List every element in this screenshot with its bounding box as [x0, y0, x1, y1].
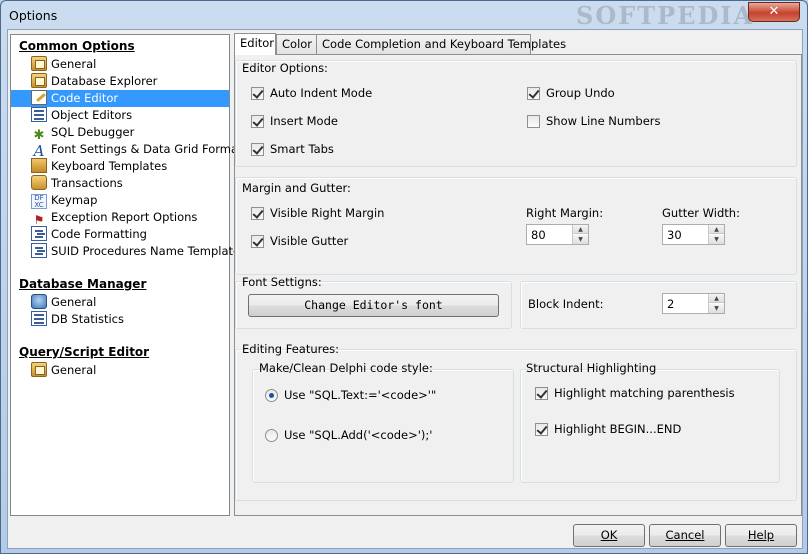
- checkbox-box[interactable]: [251, 207, 264, 220]
- tree-section-database-manager[interactable]: Database Manager: [19, 277, 146, 291]
- highlight-parenthesis-checkbox[interactable]: Highlight matching parenthesis: [535, 386, 735, 402]
- cancel-button[interactable]: Cancel: [649, 524, 721, 547]
- config-icon: [31, 73, 47, 88]
- group-undo-checkbox[interactable]: Group Undo: [527, 86, 615, 102]
- font-settings-title: Font Settigns:: [242, 275, 322, 289]
- tree-item-object-editors[interactable]: Object Editors: [31, 107, 229, 124]
- spinner-buttons: ▲ ▼: [708, 225, 724, 244]
- right-margin-label: Right Margin:: [526, 206, 604, 220]
- tree-item-general[interactable]: General: [31, 56, 229, 73]
- radio-sql-add[interactable]: Use "SQL.Add('<code>');': [265, 428, 432, 444]
- right-margin-spinner[interactable]: 80 ▲ ▼: [526, 224, 589, 245]
- spin-up-icon[interactable]: ▲: [573, 225, 588, 234]
- options-window: Options SOFTPEDIA ✕ Common Options Gener…: [0, 0, 808, 554]
- auto-indent-checkbox[interactable]: Auto Indent Mode: [251, 86, 372, 102]
- tree-item-code-formatting[interactable]: Code Formatting: [31, 226, 229, 243]
- tree-item-keyboard-templates[interactable]: Keyboard Templates: [31, 158, 229, 175]
- options-tree[interactable]: Common Options General Database Explorer…: [10, 34, 265, 516]
- ok-label: OK: [600, 528, 618, 542]
- radio-sql-text[interactable]: Use "SQL.Text:='<code>'": [265, 388, 436, 404]
- checkbox-box[interactable]: [535, 387, 548, 400]
- title-bar[interactable]: Options SOFTPEDIA ✕: [1, 1, 807, 30]
- cancel-label: Cancel: [665, 528, 705, 542]
- spin-down-icon[interactable]: ▼: [709, 235, 724, 244]
- radio-button[interactable]: [265, 389, 278, 402]
- watermark: SOFTPEDIA: [576, 1, 755, 30]
- window-title: Options: [9, 8, 58, 23]
- spinner-buttons: ▲ ▼: [708, 294, 724, 313]
- block-indent-spinner[interactable]: 2 ▲ ▼: [662, 293, 725, 314]
- format-icon: [31, 226, 47, 241]
- tree-item-dbm-general[interactable]: General: [31, 294, 229, 311]
- tree-section-query-script-editor[interactable]: Query/Script Editor: [19, 345, 149, 359]
- tree-item-database-explorer[interactable]: Database Explorer: [31, 73, 229, 90]
- keymap-icon: DF XC: [31, 194, 47, 209]
- transaction-icon: [31, 175, 47, 190]
- checkbox-box[interactable]: [251, 115, 264, 128]
- config-icon: [31, 56, 47, 71]
- editor-options-title: Editor Options:: [242, 61, 328, 75]
- client-area: Common Options General Database Explorer…: [7, 29, 803, 549]
- config-icon: [31, 362, 47, 377]
- radio-button[interactable]: [265, 429, 278, 442]
- help-label: Help: [747, 528, 775, 542]
- tree-item-sql-debugger[interactable]: ✱ SQL Debugger: [31, 124, 229, 143]
- block-indent-value[interactable]: 2: [667, 297, 674, 311]
- right-margin-value[interactable]: 80: [531, 228, 546, 242]
- tree-item-suid-procedures[interactable]: SUID Procedures Name Templates: [31, 243, 246, 260]
- checkbox-box[interactable]: [251, 143, 264, 156]
- tree-item-db-statistics[interactable]: DB Statistics: [31, 311, 229, 328]
- gutter-width-value[interactable]: 30: [667, 228, 682, 242]
- visible-gutter-checkbox[interactable]: Visible Gutter: [251, 234, 348, 250]
- checkbox-box[interactable]: [527, 115, 540, 128]
- editor-icon: [31, 90, 47, 105]
- gutter-width-label: Gutter Width:: [662, 206, 740, 220]
- delphi-style-title: Make/Clean Delphi code style:: [259, 361, 433, 375]
- spin-down-icon[interactable]: ▼: [709, 304, 724, 313]
- statistics-icon: [31, 311, 47, 326]
- smart-tabs-checkbox[interactable]: Smart Tabs: [251, 142, 334, 158]
- show-line-numbers-checkbox[interactable]: Show Line Numbers: [527, 114, 661, 130]
- font-icon: A: [33, 142, 45, 160]
- tree-item-qse-general[interactable]: General: [31, 362, 229, 379]
- highlight-begin-end-checkbox[interactable]: Highlight BEGIN...END: [535, 422, 681, 438]
- change-font-button[interactable]: Change Editor's font: [248, 294, 499, 317]
- checkbox-box[interactable]: [527, 87, 540, 100]
- spin-down-icon[interactable]: ▼: [573, 235, 588, 244]
- spin-up-icon[interactable]: ▲: [709, 225, 724, 234]
- editing-features-title: Editing Features:: [242, 342, 340, 356]
- database-icon: [31, 294, 47, 309]
- tree-item-exception-report[interactable]: ⚑ Exception Report Options: [31, 209, 229, 227]
- tree-section-common[interactable]: Common Options: [19, 39, 135, 53]
- template-icon: [31, 158, 47, 173]
- spinner-buttons: ▲ ▼: [572, 225, 588, 244]
- object-editor-icon: [31, 107, 47, 122]
- margin-gutter-title: Margin and Gutter:: [242, 181, 351, 195]
- structural-highlighting-title: Structural Highlighting: [526, 361, 657, 375]
- tree-item-font-settings[interactable]: A Font Settings & Data Grid Formatting: [31, 141, 265, 160]
- gutter-width-spinner[interactable]: 30 ▲ ▼: [662, 224, 725, 245]
- checkbox-box[interactable]: [251, 87, 264, 100]
- tab-editor[interactable]: Editor: [234, 33, 276, 55]
- tree-item-code-editor[interactable]: Code Editor: [11, 90, 229, 107]
- tab-code-completion[interactable]: Code Completion and Keyboard Templates: [316, 34, 566, 54]
- tree-item-transactions[interactable]: Transactions: [31, 175, 229, 192]
- spin-up-icon[interactable]: ▲: [709, 294, 724, 303]
- insert-mode-checkbox[interactable]: Insert Mode: [251, 114, 338, 130]
- close-button[interactable]: ✕: [748, 2, 800, 22]
- editor-tab-panel: Editor Options: Auto Indent Mode Insert …: [234, 54, 802, 516]
- visible-right-margin-checkbox[interactable]: Visible Right Margin: [251, 206, 384, 222]
- checkbox-box[interactable]: [251, 235, 264, 248]
- delphi-style-group: [252, 369, 514, 483]
- help-button[interactable]: Help: [725, 524, 797, 547]
- format-icon: [31, 243, 47, 258]
- ok-button[interactable]: OK: [573, 524, 645, 547]
- tab-color[interactable]: Color: [276, 34, 317, 54]
- tree-item-keymap[interactable]: DF XC Keymap: [31, 192, 229, 209]
- checkbox-box[interactable]: [535, 423, 548, 436]
- block-indent-label: Block Indent:: [528, 297, 604, 311]
